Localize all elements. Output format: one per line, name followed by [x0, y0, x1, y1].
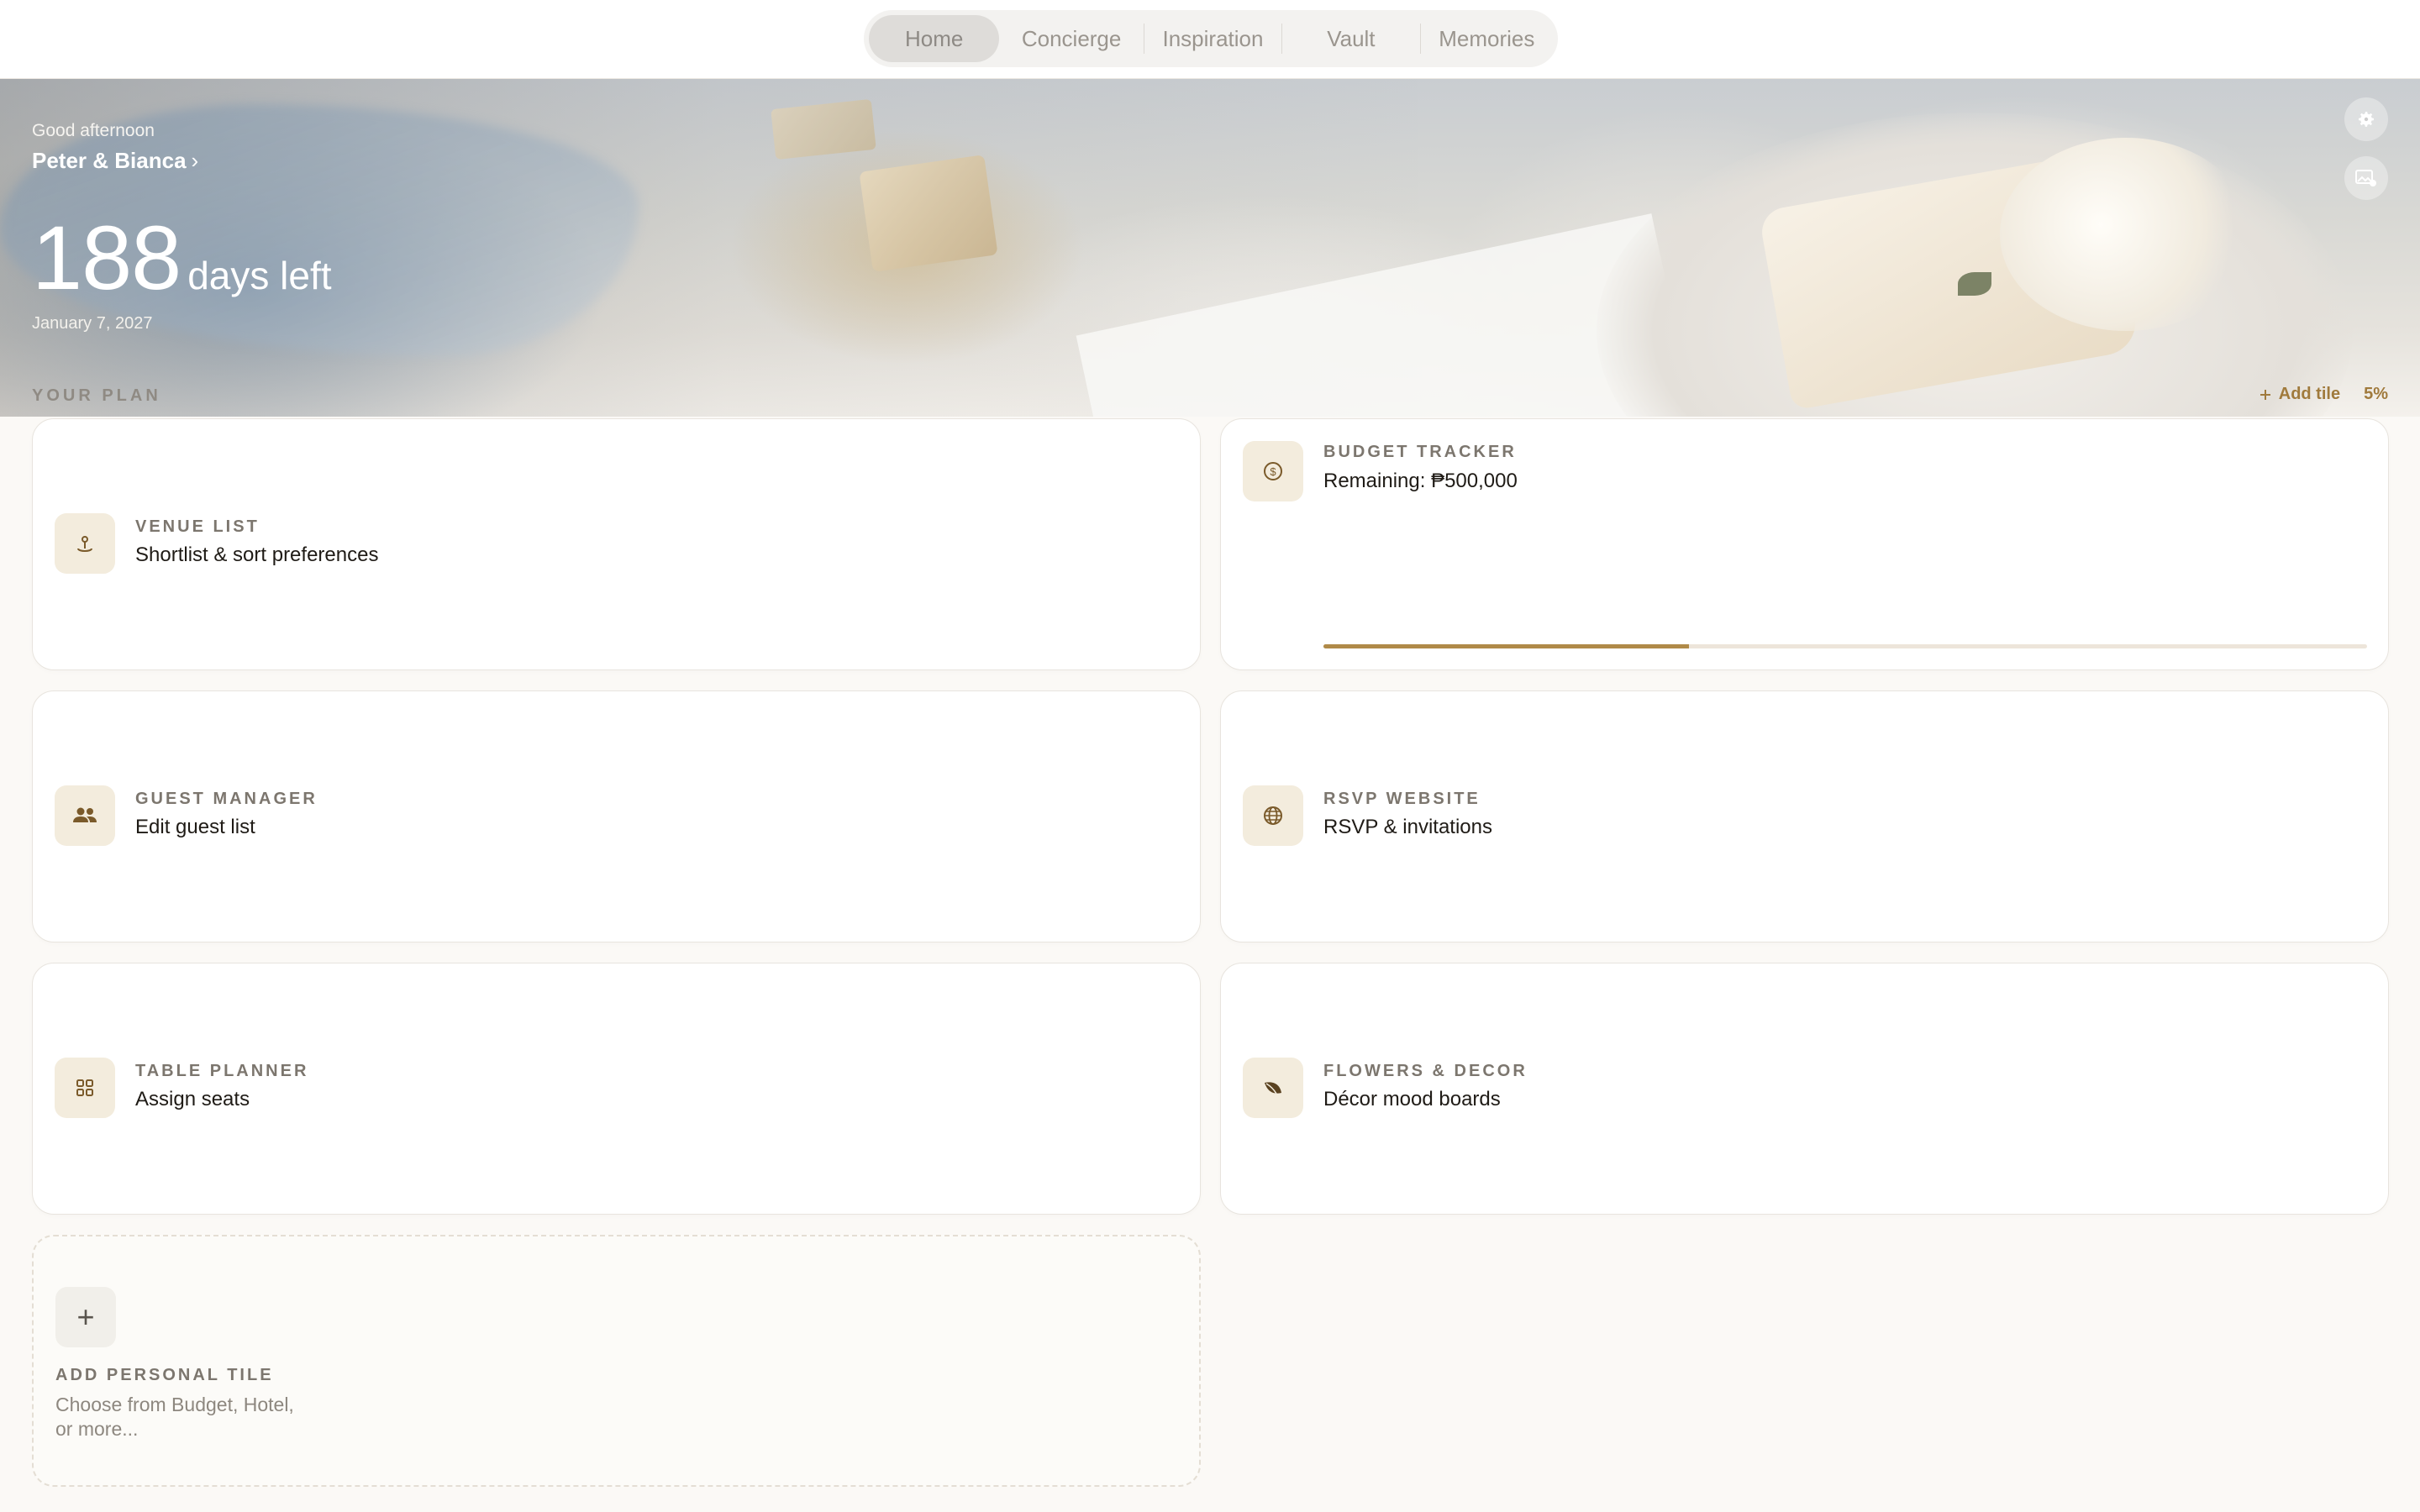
- tile-subtitle: RSVP & invitations: [1323, 816, 1492, 838]
- tile-subtitle: Shortlist & sort preferences: [135, 543, 379, 566]
- add-personal-subtitle: Choose from Budget, Hotel, or more...: [55, 1394, 294, 1440]
- budget-progress-bar: [1323, 644, 2367, 648]
- add-personal-tile[interactable]: + ADD PERSONAL TILE Choose from Budget, …: [32, 1235, 1201, 1487]
- tile-flowers-decor[interactable]: FLOWERS & DECOR Décor mood boards: [1220, 963, 2389, 1215]
- days-count: 188: [32, 207, 182, 308]
- add-personal-title: ADD PERSONAL TILE: [55, 1366, 274, 1384]
- tile-subtitle: Edit guest list: [135, 816, 255, 838]
- chevron-right-icon: ›: [191, 148, 199, 173]
- gear-icon: [2359, 112, 2374, 127]
- tile-rsvp-website[interactable]: RSVP WEBSITE RSVP & invitations: [1220, 690, 2389, 942]
- main-nav: Home Concierge Inspiration Vault Memorie…: [864, 10, 1558, 67]
- days-unit: days left: [187, 254, 332, 297]
- people-icon: [73, 807, 97, 822]
- tile-title: FLOWERS & DECOR: [1323, 1062, 1528, 1080]
- tab-home[interactable]: Home: [869, 15, 1000, 62]
- hero-photo-leaf: [1958, 272, 1991, 296]
- settings-button[interactable]: [2344, 97, 2388, 141]
- tab-vault[interactable]: Vault: [1282, 15, 1419, 62]
- section-title-your-plan: YOUR PLAN: [32, 386, 161, 405]
- image-edit-icon: [2355, 170, 2376, 186]
- tab-memories[interactable]: Memories: [1421, 15, 1553, 62]
- tab-concierge[interactable]: Concierge: [999, 15, 1143, 62]
- tile-icon-box: $: [1243, 441, 1303, 501]
- tile-title: RSVP WEBSITE: [1323, 790, 1481, 808]
- tile-icon-box: [1243, 1058, 1303, 1118]
- tile-subtitle: Remaining: ₱500,000: [1323, 470, 1518, 492]
- tile-guest-manager[interactable]: GUEST MANAGER Edit guest list: [32, 690, 1201, 942]
- top-bar: Home Concierge Inspiration Vault Memorie…: [0, 0, 2420, 79]
- tab-inspiration[interactable]: Inspiration: [1144, 15, 1281, 62]
- add-tile-label: Add tile: [2278, 385, 2341, 403]
- location-pin-icon: [77, 536, 92, 553]
- plan-progress-percent: 5%: [2364, 385, 2388, 403]
- wedding-date: January 7, 2027: [32, 314, 153, 333]
- globe-icon: [1264, 806, 1282, 825]
- tile-icon-box: [55, 513, 115, 574]
- countdown: 188 days left: [32, 205, 332, 310]
- tile-table-planner[interactable]: TABLE PLANNER Assign seats: [32, 963, 1201, 1215]
- svg-text:$: $: [1270, 465, 1276, 478]
- leaf-icon: [1265, 1082, 1281, 1095]
- hero-banner: Good afternoon Peter & Bianca › 188 days l…: [0, 79, 2420, 417]
- change-photo-button[interactable]: [2344, 156, 2388, 200]
- plus-icon: +: [55, 1287, 116, 1347]
- hero-photo-block: [859, 155, 998, 272]
- hero-photo-flower: [2000, 138, 2252, 331]
- tile-subtitle: Décor mood boards: [1323, 1088, 1501, 1110]
- tile-venue-list[interactable]: VENUE LIST Shortlist & sort preferences: [32, 418, 1201, 670]
- dollar-coin-icon: $: [1264, 462, 1282, 480]
- tile-title: VENUE LIST: [135, 517, 260, 536]
- greeting-text: Good afternoon: [32, 121, 155, 140]
- tile-subtitle: Assign seats: [135, 1088, 250, 1110]
- tile-icon-box: [55, 785, 115, 846]
- budget-progress-fill: [1323, 644, 1689, 648]
- tile-title: BUDGET TRACKER: [1323, 443, 1517, 461]
- add-tile-button[interactable]: Add tile: [2259, 385, 2340, 404]
- grid-icon: [76, 1079, 93, 1096]
- tile-icon-box: [55, 1058, 115, 1118]
- couple-name: Peter & Bianca: [32, 148, 187, 173]
- tile-title: TABLE PLANNER: [135, 1062, 309, 1080]
- plus-icon: [2260, 389, 2270, 400]
- tile-title: GUEST MANAGER: [135, 790, 318, 808]
- couple-name-link[interactable]: Peter & Bianca ›: [32, 148, 198, 174]
- plan-actions: Add tile 5%: [2259, 385, 2388, 404]
- hero-photo-block: [771, 98, 876, 160]
- tile-budget-tracker[interactable]: $ BUDGET TRACKER Remaining: ₱500,000: [1220, 418, 2389, 670]
- tile-icon-box: [1243, 785, 1303, 846]
